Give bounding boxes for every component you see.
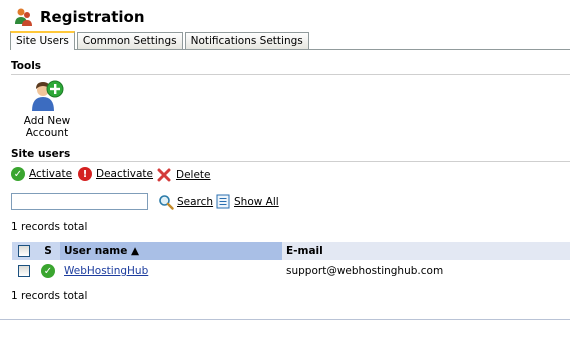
row-status-cell: ✓ bbox=[36, 264, 60, 278]
site-users-divider bbox=[11, 161, 570, 162]
records-total-top: 1 records total bbox=[11, 221, 88, 233]
search-button[interactable]: Search bbox=[158, 194, 213, 210]
header-status: S bbox=[36, 242, 60, 260]
page-title: Registration bbox=[40, 8, 145, 26]
delete-label: Delete bbox=[176, 168, 211, 181]
search-icon bbox=[158, 194, 174, 210]
header-email[interactable]: E-mail bbox=[282, 242, 570, 260]
search-label: Search bbox=[177, 196, 214, 208]
users-grid: S User name ▲ E-mail ✓ WebHostingHub sup… bbox=[12, 242, 570, 280]
delete-button[interactable]: Delete bbox=[157, 167, 211, 182]
username-link[interactable]: WebHostingHub bbox=[64, 265, 148, 277]
delete-icon bbox=[157, 167, 172, 182]
tools-divider bbox=[11, 74, 570, 75]
add-account-label-line2: Account bbox=[25, 127, 69, 139]
search-input[interactable] bbox=[11, 193, 148, 210]
header-username[interactable]: User name ▲ bbox=[60, 242, 282, 260]
tab-notifications-settings[interactable]: Notifications Settings bbox=[184, 32, 309, 49]
add-new-account-button[interactable]: Add New Account bbox=[22, 80, 72, 139]
grid-header: S User name ▲ E-mail bbox=[12, 242, 570, 260]
show-all-button[interactable]: Show All bbox=[216, 194, 279, 209]
row-email-cell: support@webhostinghub.com bbox=[286, 265, 444, 277]
select-all-checkbox[interactable] bbox=[18, 245, 30, 257]
row-select-cell bbox=[12, 265, 36, 277]
table-row: ✓ WebHostingHub support@webhostinghub.co… bbox=[12, 262, 570, 280]
users-icon bbox=[14, 7, 34, 27]
status-active-icon: ✓ bbox=[41, 264, 55, 278]
add-account-label-line1: Add New bbox=[23, 115, 71, 127]
activate-label: Activate bbox=[29, 168, 73, 180]
add-user-icon bbox=[30, 80, 64, 112]
tab-site-users[interactable]: Site Users bbox=[10, 31, 75, 50]
check-icon: ✓ bbox=[11, 167, 25, 181]
deactivate-button[interactable]: ! Deactivate bbox=[78, 167, 153, 181]
bottom-divider bbox=[0, 319, 570, 320]
header-select-all bbox=[12, 242, 36, 260]
warning-icon: ! bbox=[78, 167, 92, 181]
show-all-label: Show All bbox=[234, 195, 279, 208]
site-users-heading: Site users bbox=[11, 148, 71, 160]
row-username-cell: WebHostingHub bbox=[60, 265, 282, 277]
deactivate-label: Deactivate bbox=[96, 168, 154, 180]
page-header: Registration bbox=[14, 6, 145, 28]
records-total-bottom: 1 records total bbox=[11, 290, 88, 302]
activate-button[interactable]: ✓ Activate bbox=[11, 167, 72, 181]
row-checkbox[interactable] bbox=[18, 265, 30, 277]
tools-heading: Tools bbox=[11, 60, 42, 72]
tab-common-settings[interactable]: Common Settings bbox=[76, 32, 183, 49]
tab-strip: Site Users Common Settings Notifications… bbox=[10, 31, 570, 50]
list-icon bbox=[216, 194, 231, 209]
